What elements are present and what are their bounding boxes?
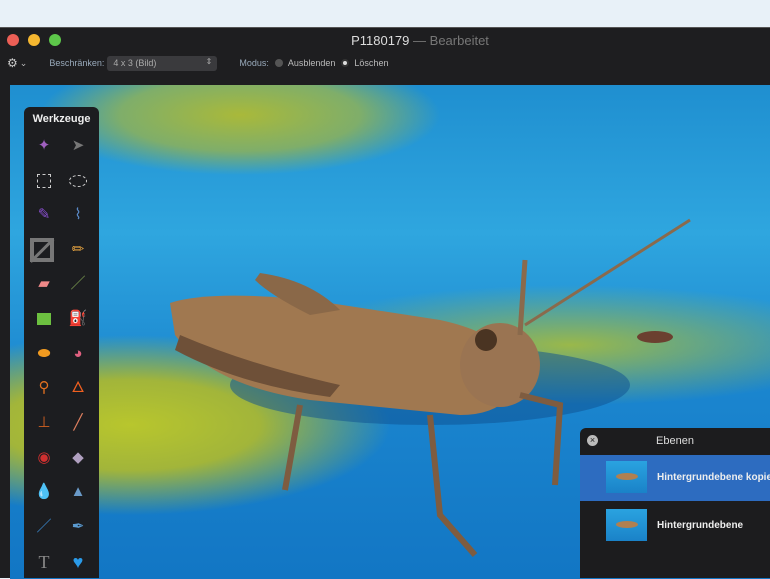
title-separator: — bbox=[413, 33, 427, 48]
constrain-select[interactable]: 4 x 3 (Bild) ⇕ bbox=[107, 55, 218, 71]
bandage-icon[interactable]: ╱ bbox=[66, 411, 90, 435]
title-bar: P1180179 — Bearbeitet bbox=[0, 28, 770, 52]
stamp-icon[interactable]: ⊥ bbox=[32, 411, 56, 435]
close-icon[interactable]: × bbox=[587, 435, 598, 446]
layer-name: Hintergrundebene bbox=[657, 520, 744, 531]
sponge-icon[interactable]: ⬬ bbox=[32, 342, 56, 366]
toolbar: ⚙ ⌄ Beschränken: 4 x 3 (Bild) ⇕ Modus: Aus… bbox=[0, 52, 770, 74]
gear-menu-caret[interactable]: ⌄ bbox=[20, 58, 28, 69]
layer-name: Hintergrundebene kopie bbox=[657, 472, 770, 483]
gear-icon[interactable]: ⚙ bbox=[7, 56, 18, 70]
color-fill-icon[interactable] bbox=[32, 307, 56, 331]
tools-palette-title: Werkzeuge bbox=[32, 113, 91, 125]
layers-title: Ebenen bbox=[656, 435, 694, 447]
layer-item[interactable]: Hintergrundebene kopie bbox=[580, 455, 770, 501]
text-tool-icon[interactable]: T bbox=[32, 550, 56, 574]
pen-icon[interactable]: ／ bbox=[32, 515, 56, 539]
layer-item[interactable]: Hintergrundebene bbox=[580, 503, 770, 549]
freeform-pen-icon[interactable]: ✒ bbox=[66, 515, 90, 539]
sharpen-cone-icon[interactable]: ▲ bbox=[66, 480, 90, 504]
paint-select-icon[interactable]: ✎ bbox=[32, 203, 56, 227]
layer-thumbnail bbox=[606, 509, 647, 541]
brush-icon[interactable]: ／ bbox=[66, 272, 90, 296]
mode-label: Modus: bbox=[239, 58, 269, 68]
pencil-icon[interactable]: ✏ bbox=[66, 238, 90, 262]
mode-radio-hide[interactable] bbox=[274, 59, 283, 67]
eraser-icon[interactable]: ▰ bbox=[32, 272, 56, 296]
window-title: P1180179 — Bearbeitet bbox=[0, 33, 770, 48]
constrain-value: 4 x 3 (Bild) bbox=[113, 57, 157, 68]
document-status: Bearbeitet bbox=[429, 33, 489, 48]
mode-option-hide[interactable]: Ausblenden bbox=[288, 58, 336, 68]
crop-icon[interactable] bbox=[22, 230, 62, 270]
smudge-icon[interactable]: ◕ bbox=[66, 342, 90, 366]
blur-drop-icon[interactable]: 💧 bbox=[32, 480, 56, 504]
layer-thumbnail bbox=[606, 461, 647, 493]
magic-wand-icon[interactable]: ✦ bbox=[32, 134, 56, 158]
rubber-icon[interactable]: ◆ bbox=[66, 446, 90, 470]
lasso-icon[interactable]: ⌇ bbox=[66, 203, 90, 227]
clone-brush-icon[interactable]: ⚲ bbox=[32, 376, 56, 400]
burn-icon[interactable]: 🜂 bbox=[66, 376, 90, 400]
constrain-label: Beschränken: bbox=[49, 58, 105, 68]
chevron-updown-icon: ⇕ bbox=[205, 56, 213, 66]
paint-bucket-icon[interactable]: ⛽ bbox=[66, 307, 90, 331]
heart-shape-icon[interactable]: ♥ bbox=[66, 550, 90, 574]
mode-option-delete[interactable]: Löschen bbox=[354, 58, 388, 68]
rect-select-icon[interactable] bbox=[32, 169, 56, 193]
red-eye-icon[interactable]: ◉ bbox=[32, 446, 56, 470]
ellipse-select-icon[interactable] bbox=[66, 169, 90, 193]
document-name: P1180179 bbox=[351, 33, 410, 48]
layers-header: × Ebenen bbox=[580, 428, 770, 454]
arrow-select-icon[interactable]: ➤ bbox=[66, 134, 90, 158]
layers-panel: × Ebenen Hintergrundebene kopie Hintergru… bbox=[580, 428, 770, 578]
tools-palette: Werkzeuge ✦ ➤ ✎ ⌇ ✏ ▰ ／ ⛽ ⬬ ◕ ⚲ 🜂 ⊥ ╱ ◉ … bbox=[24, 107, 99, 578]
mode-radio-delete[interactable] bbox=[341, 59, 350, 67]
